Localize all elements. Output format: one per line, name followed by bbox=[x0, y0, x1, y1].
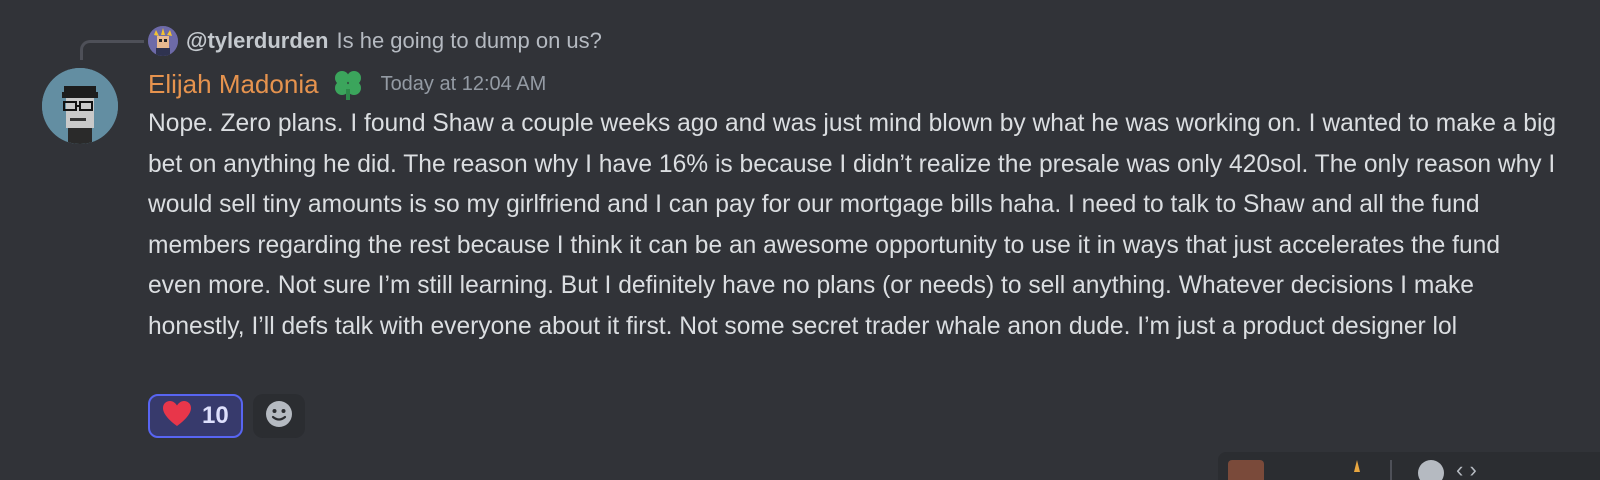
reaction-heart[interactable]: 10 bbox=[148, 394, 243, 438]
add-reaction-button[interactable] bbox=[252, 394, 305, 438]
message-timestamp[interactable]: Today at 12:04 AM bbox=[381, 73, 547, 96]
reply-avatar[interactable] bbox=[148, 26, 178, 56]
green-clover-icon[interactable] bbox=[331, 67, 365, 101]
reply-connector-line bbox=[80, 40, 144, 60]
smiley-icon bbox=[264, 399, 294, 434]
author-name[interactable]: Elijah Madonia bbox=[148, 69, 319, 100]
reply-text[interactable]: Is he going to dump on us? bbox=[336, 28, 601, 54]
author-avatar[interactable] bbox=[42, 68, 118, 144]
chat-message: @tylerdurden Is he going to dump on us? … bbox=[0, 0, 1600, 480]
toolbar-divider bbox=[1390, 460, 1392, 480]
next-message-peek: ‹ › bbox=[1218, 452, 1600, 480]
message-body: Nope. Zero plans. I found Shaw a couple … bbox=[148, 110, 1557, 340]
reply-preview[interactable]: @tylerdurden Is he going to dump on us? bbox=[148, 26, 602, 56]
message-header: Elijah Madonia Today at 12:04 AM bbox=[148, 66, 546, 102]
heart-icon bbox=[162, 400, 192, 433]
reactions-bar: 10 bbox=[148, 394, 305, 438]
emoji-picker-icon[interactable] bbox=[1418, 460, 1444, 480]
arrow-icon[interactable]: ‹ › bbox=[1456, 459, 1477, 480]
spark-icon bbox=[1354, 460, 1360, 472]
next-message-thumbnail bbox=[1228, 460, 1264, 480]
reaction-count: 10 bbox=[202, 402, 229, 429]
reply-username[interactable]: @tylerdurden bbox=[186, 28, 328, 54]
